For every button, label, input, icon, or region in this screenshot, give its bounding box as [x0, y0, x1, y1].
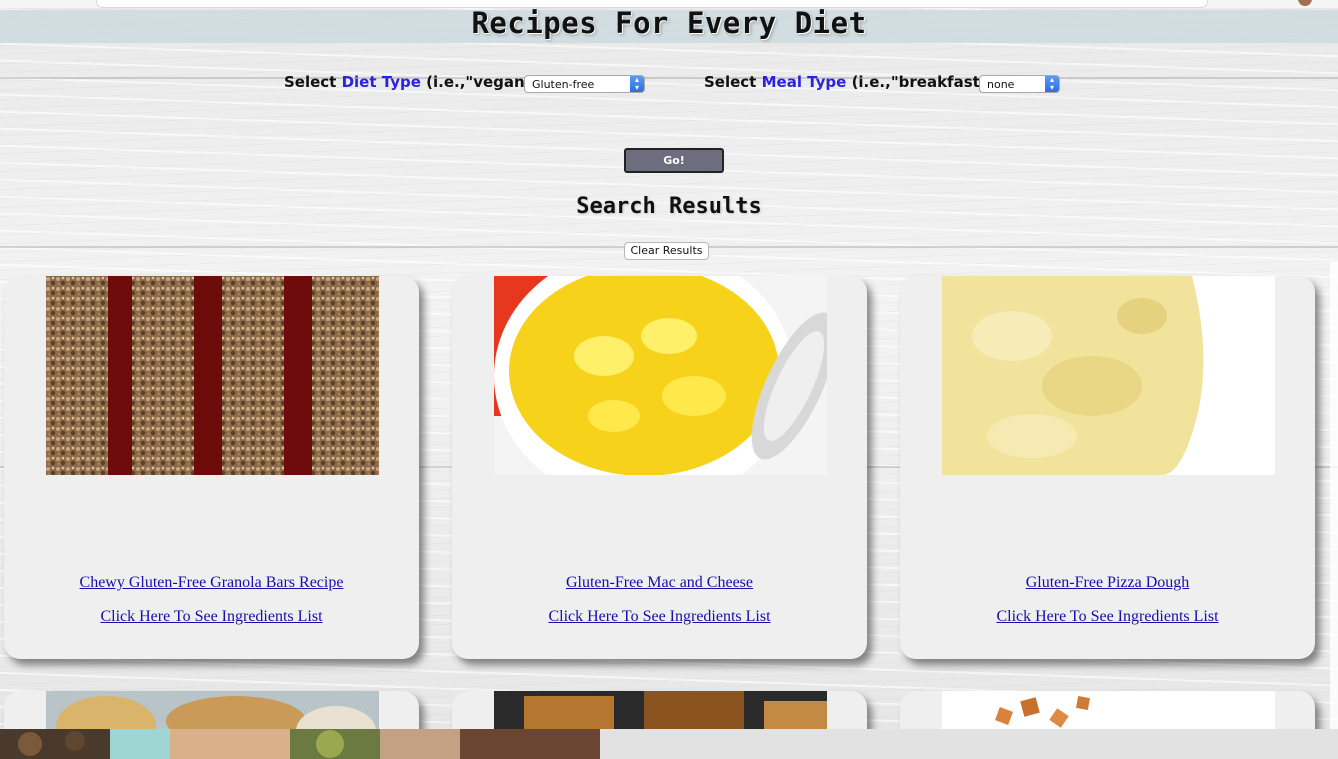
recipe-card: Gluten-Free Mac and Cheese Click Here To…: [452, 276, 867, 659]
diet-label-highlight: Diet Type: [341, 73, 421, 91]
wood-plank-line: [0, 77, 1338, 79]
select-arrows-icon: ▴ ▾: [630, 76, 644, 92]
ingredients-list-link[interactable]: Click Here To See Ingredients List: [4, 608, 419, 626]
recipe-name-link[interactable]: Chewy Gluten-Free Granola Bars Recipe: [4, 574, 419, 592]
pizza-dough-image[interactable]: [942, 276, 1275, 475]
scrollbar-track[interactable]: [1330, 262, 1338, 732]
go-button[interactable]: Go!: [624, 148, 724, 173]
page-title: Recipes For Every Diet: [471, 6, 867, 40]
search-results-title: Search Results: [576, 194, 762, 219]
granola-bars-image[interactable]: [46, 276, 379, 475]
footer-image-banner: [0, 729, 1338, 759]
meal-type-label: Select Meal Type (i.e.,"breakfast"):: [704, 73, 1000, 91]
diet-type-label: Select Diet Type (i.e.,"vegan"):: [284, 73, 545, 91]
meal-label-prefix: Select: [704, 73, 757, 91]
select-arrows-icon: ▴ ▾: [1045, 76, 1059, 92]
recipe-name-link[interactable]: Gluten-Free Mac and Cheese: [452, 574, 867, 592]
recipe-name-link[interactable]: Gluten-Free Pizza Dough: [900, 574, 1315, 592]
meal-type-select[interactable]: none ▴ ▾: [979, 75, 1060, 93]
diet-type-select[interactable]: Gluten-free ▴ ▾: [524, 75, 645, 93]
mac-and-cheese-image[interactable]: [494, 276, 827, 475]
diet-label-prefix: Select: [284, 73, 337, 91]
ingredients-list-link[interactable]: Click Here To See Ingredients List: [452, 608, 867, 626]
meal-label-highlight: Meal Type: [761, 73, 847, 91]
clear-results-button[interactable]: Clear Results: [624, 242, 709, 260]
ingredients-list-link[interactable]: Click Here To See Ingredients List: [900, 608, 1315, 626]
diet-type-value: Gluten-free: [532, 78, 595, 91]
recipe-card: Chewy Gluten-Free Granola Bars Recipe Cl…: [4, 276, 419, 659]
meal-type-value: none: [987, 78, 1015, 91]
recipe-card: Gluten-Free Pizza Dough Click Here To Se…: [900, 276, 1315, 659]
